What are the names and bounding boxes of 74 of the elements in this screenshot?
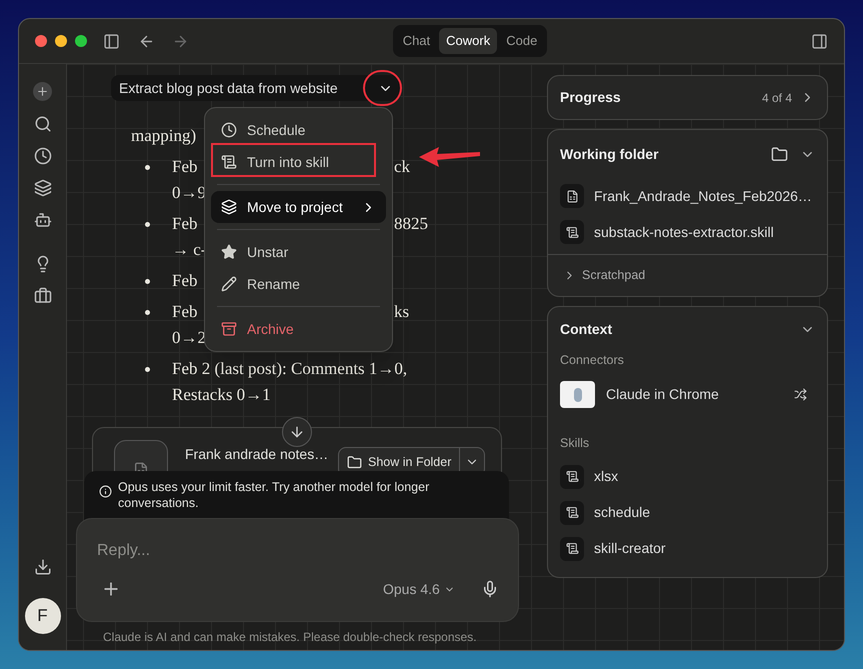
skill-row[interactable]: schedule [548, 494, 827, 530]
scroll-down-button[interactable] [282, 417, 312, 447]
scroll-icon [560, 464, 584, 488]
scroll-icon [560, 536, 584, 560]
section-label: Skills [559, 434, 590, 452]
menu-item[interactable]: Turn into skill [211, 146, 386, 178]
download-icon[interactable] [34, 558, 52, 576]
avatar[interactable]: F [24, 598, 60, 634]
stack-icon [221, 199, 237, 215]
menu-item[interactable]: Schedule [211, 114, 386, 146]
section-label: Connectors [559, 352, 625, 369]
robot-icon[interactable] [34, 211, 52, 229]
sidebar-toggle-icon[interactable] [103, 32, 120, 50]
task-title: Extract blog post data from website [119, 78, 339, 98]
file-name: Frank andrade notes… [185, 445, 328, 464]
mode-tab[interactable]: Cowork [439, 28, 498, 54]
briefcase-icon[interactable] [34, 287, 52, 305]
skill-row[interactable]: xlsx [548, 458, 827, 494]
panel-toggle-icon[interactable] [811, 32, 828, 50]
microphone-icon[interactable] [481, 580, 499, 598]
skill-name: xlsx [594, 467, 618, 486]
file-row[interactable]: Frank_Andrade_Notes_Feb2026… [548, 178, 827, 214]
show-in-folder-button[interactable]: Show in Folder [339, 448, 460, 476]
message-text: Feb [172, 270, 198, 292]
panel-title: Working folder [560, 144, 660, 164]
menu-item[interactable]: Rename [211, 268, 386, 300]
panel-title: Context [560, 320, 614, 338]
connector-name: Claude in Chrome [606, 385, 720, 404]
connector-row[interactable]: Claude in Chrome [548, 370, 827, 420]
connector-thumbnail [560, 381, 595, 408]
scroll-icon [221, 154, 237, 170]
info-icon [99, 485, 112, 498]
panel-title: Progress [560, 88, 622, 107]
new-task-icon[interactable] [33, 82, 52, 101]
menu-item[interactable]: Move to project [211, 191, 386, 223]
file-name: Frank_Andrade_Notes_Feb2026… [594, 186, 812, 206]
annotation-arrow [419, 146, 481, 168]
model-selector[interactable]: Opus 4.6 [383, 579, 455, 600]
pencil-icon [221, 276, 237, 292]
menu-item[interactable]: Unstar [211, 236, 386, 268]
message-text: mapping) [131, 125, 196, 147]
message-text: 8825 [394, 213, 428, 235]
progress-count: 4 of 4 [762, 90, 792, 106]
skill-name: schedule [594, 503, 650, 522]
folder-icon[interactable] [771, 146, 788, 162]
search-icon[interactable] [34, 115, 52, 133]
message-text: Restacks 0→1 [172, 384, 271, 406]
stack-icon[interactable] [34, 179, 52, 197]
scroll-icon [560, 500, 584, 524]
reply-input[interactable]: Reply... [97, 539, 477, 563]
message-text: ck [394, 156, 410, 178]
spreadsheet-icon [560, 184, 584, 208]
skill-name: skill-creator [594, 539, 666, 558]
shuffle-icon[interactable] [794, 388, 807, 402]
disclaimer: Claude is AI and can make mistakes. Please double-check responses. [103, 629, 477, 646]
archive-icon [221, 321, 237, 337]
scratchpad-toggle[interactable]: Scratchpad [582, 266, 646, 285]
mode-tab[interactable]: Chat [396, 28, 438, 54]
menu-item[interactable]: Archive [211, 313, 386, 345]
message-text: Feb 2 (last post): Comments 1→0, [172, 358, 408, 380]
folder-icon [347, 454, 362, 470]
message-text: Feb [172, 156, 198, 178]
star-icon [221, 244, 237, 260]
clock-icon[interactable] [34, 147, 52, 165]
skill-row[interactable]: skill-creator [548, 530, 827, 566]
clock-icon [221, 122, 237, 138]
message-text: ks [394, 301, 410, 323]
message-text: Feb [172, 301, 198, 323]
arrow-down-icon [289, 424, 305, 440]
message-text: Feb [172, 213, 198, 235]
file-name: substack-notes-extractor.skill [594, 222, 774, 242]
mode-tab[interactable]: Code [499, 28, 544, 54]
scroll-icon [560, 220, 584, 244]
file-row[interactable]: substack-notes-extractor.skill [548, 214, 827, 250]
